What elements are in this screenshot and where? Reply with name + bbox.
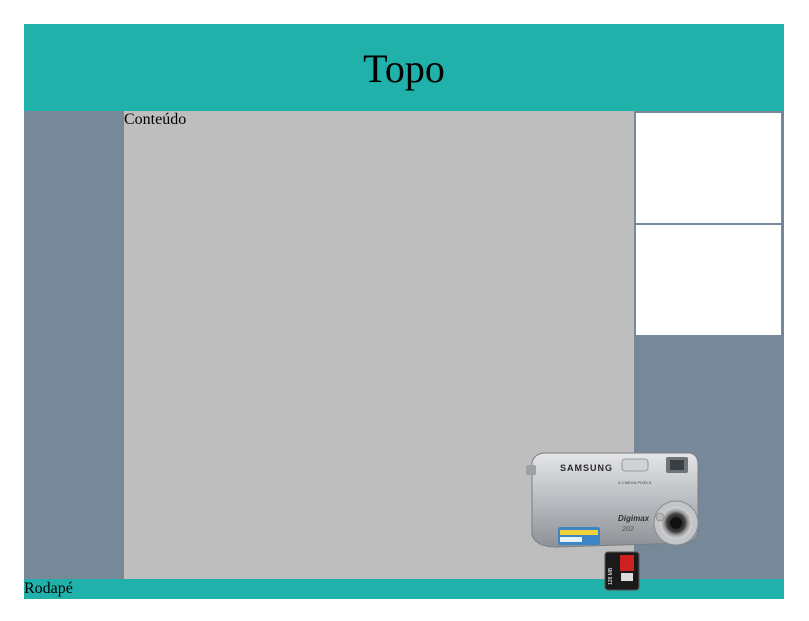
footer-label: Rodapé <box>24 580 73 597</box>
page-layout: Topo Conteúdo Rodapé SAMSUNG Digimax 202… <box>24 24 784 599</box>
camera-model: Digimax <box>618 514 650 523</box>
camera-model-number: 202 <box>621 526 634 533</box>
camera-brand: SAMSUNG <box>560 463 613 473</box>
memory-card-image: 128 MB <box>604 551 640 591</box>
page-title: Topo <box>363 46 445 91</box>
sidebar-box-top <box>636 113 781 223</box>
memory-card-text: 128 MB <box>608 567 614 585</box>
footer: Rodapé <box>24 579 784 599</box>
header: Topo <box>24 24 784 111</box>
svg-text:2.0 MEGA PIXELS: 2.0 MEGA PIXELS <box>618 480 652 485</box>
sidebar-box-bottom <box>636 225 781 335</box>
content-label: Conteúdo <box>124 111 187 128</box>
camera-image: SAMSUNG Digimax 202 2.0 MEGA PIXELS <box>526 452 699 548</box>
